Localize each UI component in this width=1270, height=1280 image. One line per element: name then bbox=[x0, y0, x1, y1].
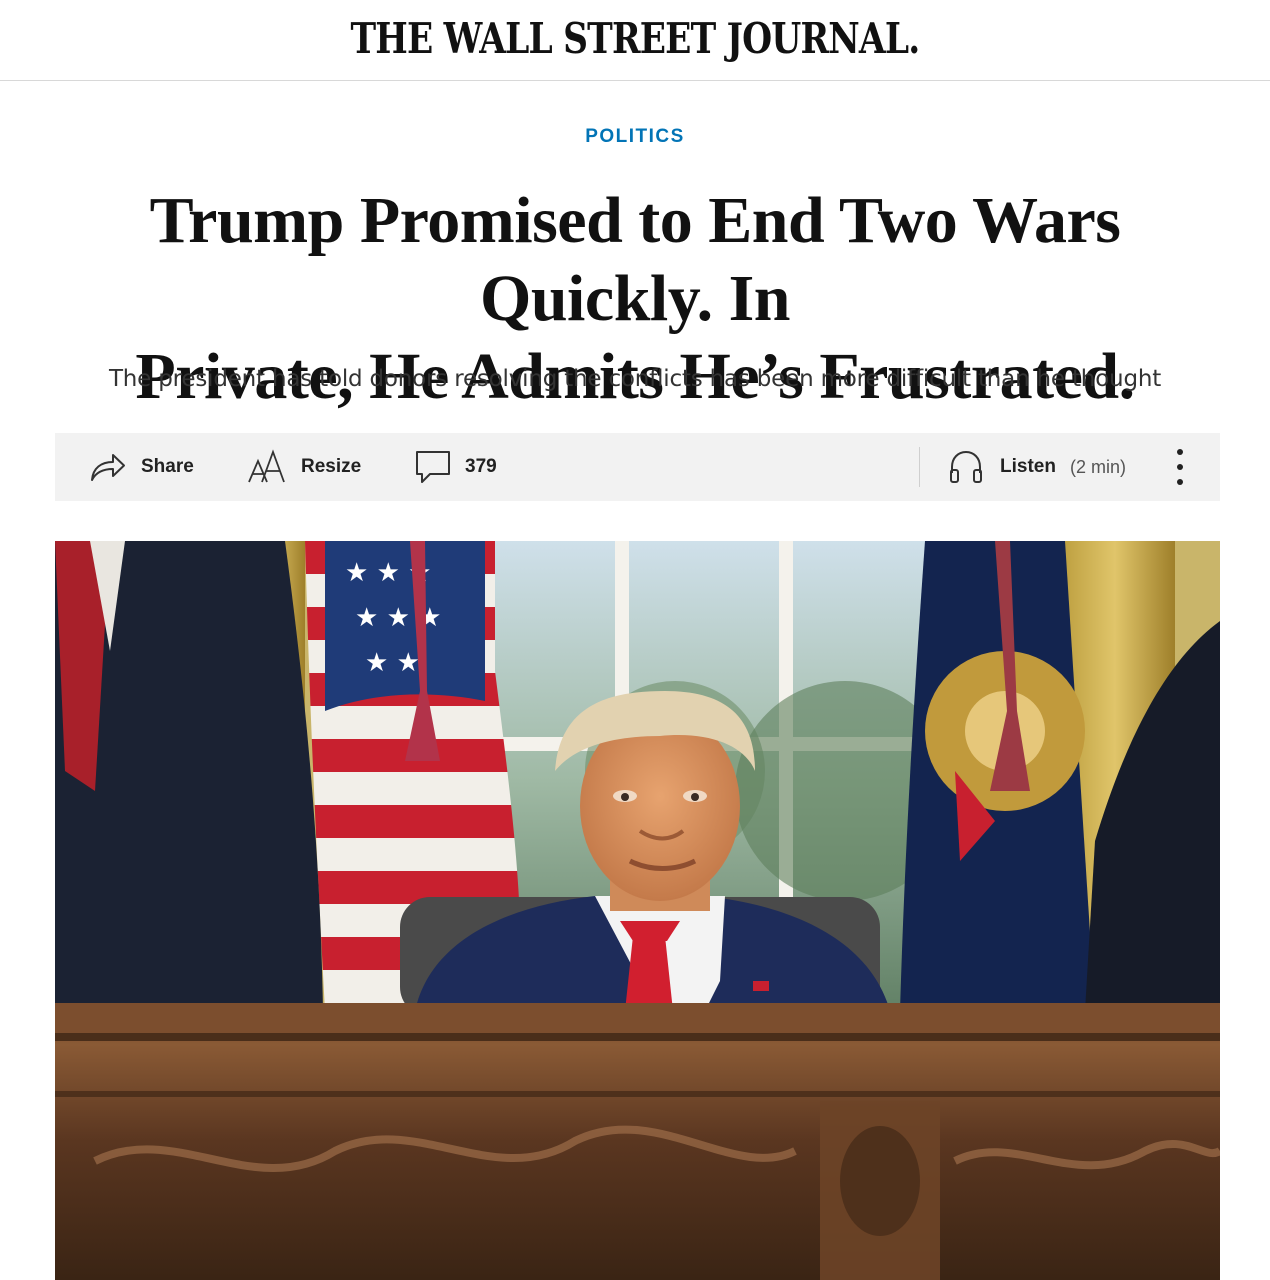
article-lead-photo: ★ ★ ★ ★ ★ ★ ★ ★ bbox=[55, 541, 1220, 1280]
comments-button[interactable]: 379 bbox=[415, 433, 497, 501]
resize-button[interactable]: Resize bbox=[247, 433, 361, 501]
comments-count: 379 bbox=[465, 456, 497, 477]
svg-text:★ ★ ★: ★ ★ ★ bbox=[355, 603, 441, 633]
listen-label: Listen bbox=[1000, 456, 1056, 477]
wsj-logo[interactable]: THE WALL STREET JOURNAL. bbox=[351, 14, 921, 63]
masthead: THE WALL STREET JOURNAL. bbox=[0, 0, 1270, 81]
resize-icon bbox=[247, 449, 287, 485]
share-icon bbox=[89, 450, 127, 484]
article-dek: The president has told donors resolving … bbox=[108, 366, 1162, 392]
article-toolbar: Share Resize 379 Listen (2 min) bbox=[55, 433, 1220, 501]
svg-text:★ ★: ★ ★ bbox=[365, 648, 420, 678]
listen-button[interactable]: Listen (2 min) bbox=[948, 433, 1126, 501]
toolbar-divider bbox=[919, 447, 920, 487]
share-label: Share bbox=[141, 456, 194, 477]
share-button[interactable]: Share bbox=[89, 433, 194, 501]
more-options-icon[interactable] bbox=[1167, 449, 1193, 485]
section-label[interactable]: POLITICS bbox=[0, 126, 1270, 148]
resize-label: Resize bbox=[301, 456, 362, 477]
comment-icon bbox=[415, 449, 451, 485]
headline-line-1: Trump Promised to End Two Wars Quickly. … bbox=[149, 184, 1121, 335]
headphones-icon bbox=[948, 449, 984, 485]
listen-duration: (2 min) bbox=[1069, 456, 1126, 477]
